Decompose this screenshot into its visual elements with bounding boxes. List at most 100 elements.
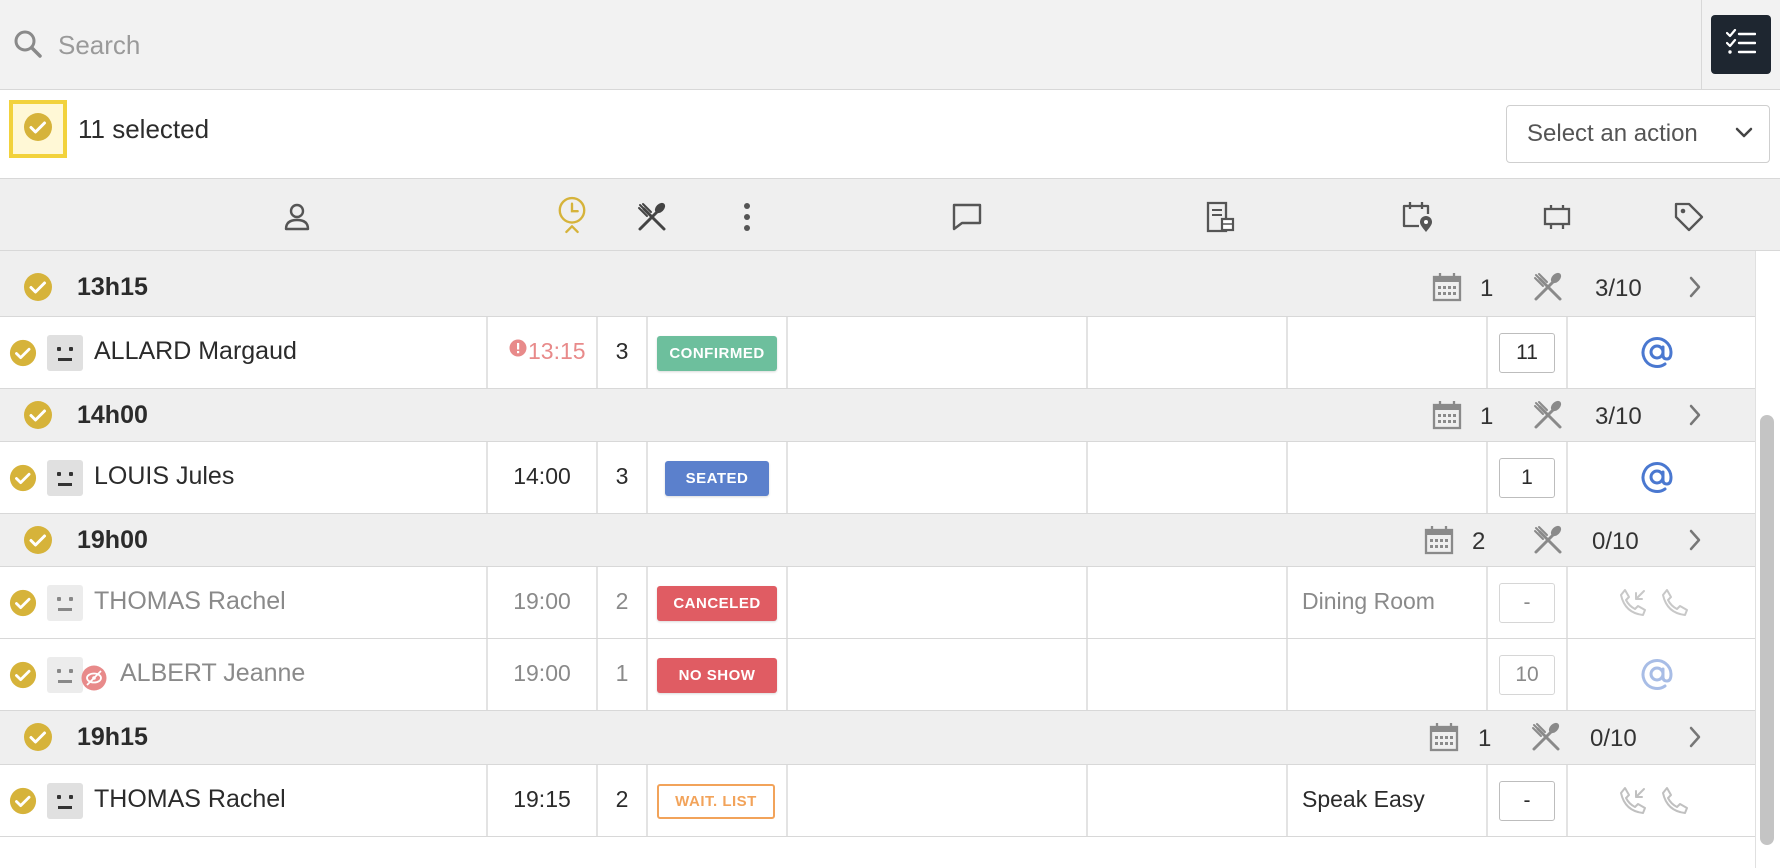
- avatar: [47, 335, 83, 371]
- group-bookings-count: 1: [1480, 275, 1494, 302]
- email-icon[interactable]: [1641, 657, 1673, 696]
- check-circle-icon[interactable]: [9, 464, 37, 497]
- group-covers: 0/10: [1592, 528, 1639, 555]
- calendar-icon: [1432, 400, 1462, 435]
- status-badge[interactable]: NO SHOW: [657, 658, 777, 693]
- utensils-icon: [1532, 271, 1564, 308]
- utensils-icon: [1530, 721, 1562, 758]
- group-bookings-count: 1: [1480, 403, 1494, 430]
- person-icon[interactable]: [281, 201, 313, 233]
- check-circle-icon[interactable]: [23, 272, 53, 307]
- guest-name: THOMAS Rachel: [94, 587, 286, 615]
- table-number[interactable]: 1: [1499, 458, 1555, 498]
- group-time: 14h00: [77, 401, 148, 429]
- time-group-header[interactable]: 19h15 1 0/10: [0, 711, 1755, 765]
- scrollbar-thumb[interactable]: [1760, 415, 1774, 845]
- check-circle-icon[interactable]: [9, 589, 37, 622]
- status-badge[interactable]: CANCELED: [657, 586, 777, 621]
- utensils-icon[interactable]: [636, 201, 668, 233]
- table-number[interactable]: -: [1499, 781, 1555, 821]
- reservation-row[interactable]: ALLARD Margaud 13:15 3 CONFIRMED 11: [0, 317, 1755, 389]
- reservation-time: 13:15: [528, 338, 586, 364]
- email-icon[interactable]: [1641, 460, 1673, 499]
- warning-icon: [509, 339, 527, 362]
- selected-count: 11 selected: [78, 114, 210, 144]
- vertical-dots-icon[interactable]: [731, 201, 763, 233]
- reservation-row[interactable]: ALBERT Jeanne 19:00 1 NO SHOW 10: [0, 639, 1755, 711]
- guest-count: 1: [615, 660, 629, 686]
- chevron-right-icon[interactable]: [1688, 276, 1702, 303]
- table-number[interactable]: 10: [1499, 655, 1555, 695]
- group-bookings-count: 2: [1472, 528, 1486, 555]
- group-time: 13h15: [77, 273, 148, 301]
- group-covers: 3/10: [1595, 403, 1642, 430]
- utensils-icon: [1532, 399, 1564, 436]
- status-badge[interactable]: WAIT. LIST: [657, 784, 775, 819]
- search-divider: [1701, 0, 1702, 89]
- group-bookings-count: 1: [1478, 725, 1492, 752]
- guest-name: ALLARD Margaud: [94, 337, 297, 365]
- table-icon[interactable]: [1541, 201, 1573, 233]
- chevron-right-icon[interactable]: [1688, 529, 1702, 556]
- scrolled-row-remnant: [0, 251, 1755, 259]
- time-group-header[interactable]: 19h00 2 0/10: [0, 514, 1755, 567]
- clock-icon[interactable]: [556, 196, 588, 234]
- group-covers: 0/10: [1590, 725, 1637, 752]
- reservation-row[interactable]: THOMAS Rachel 19:00 2 CANCELED Dining Ro…: [0, 567, 1755, 639]
- guest-count: 3: [615, 338, 629, 364]
- table-number[interactable]: 11: [1499, 333, 1555, 373]
- tag-icon[interactable]: [1673, 201, 1705, 233]
- email-icon[interactable]: [1641, 335, 1673, 374]
- hidden-eye-icon: [81, 665, 107, 696]
- selection-bar: 11 selected Select an action: [0, 90, 1780, 179]
- guest-count: 2: [615, 786, 629, 812]
- guest-name: LOUIS Jules: [94, 462, 235, 490]
- reservation-time: 19:00: [513, 588, 571, 614]
- status-badge[interactable]: SEATED: [665, 461, 769, 496]
- phone-icon[interactable]: [1660, 587, 1690, 622]
- list-view-button[interactable]: [1711, 15, 1771, 74]
- time-group-header[interactable]: 13h15 1 3/10: [0, 259, 1755, 317]
- check-circle-icon[interactable]: [9, 787, 37, 820]
- chevron-right-icon[interactable]: [1688, 404, 1702, 431]
- search-icon: [12, 28, 44, 60]
- phone-icon[interactable]: [1660, 785, 1690, 820]
- reservation-time: 14:00: [513, 463, 571, 489]
- reservation-row[interactable]: THOMAS Rachel 19:15 2 WAIT. LIST Speak E…: [0, 765, 1755, 837]
- guest-count: 3: [615, 463, 629, 489]
- check-circle-icon[interactable]: [9, 339, 37, 372]
- check-circle-icon[interactable]: [23, 400, 53, 435]
- group-time: 19h15: [77, 723, 148, 751]
- guest-name: ALBERT Jeanne: [120, 659, 306, 687]
- guest-name: THOMAS Rachel: [94, 785, 286, 813]
- comment-icon[interactable]: [951, 201, 983, 233]
- avatar: [47, 585, 83, 621]
- action-select[interactable]: Select an action: [1506, 105, 1770, 163]
- chevron-down-icon: [1735, 126, 1753, 144]
- check-circle-icon[interactable]: [9, 661, 37, 694]
- calendar-icon: [1429, 722, 1459, 757]
- checklist-icon: [1725, 28, 1757, 60]
- search-bar: [0, 0, 1780, 90]
- column-header: [0, 179, 1780, 251]
- calendar-icon: [1424, 525, 1454, 560]
- reservation-list: 13h15 1 3/10 ALLARD Margaud 13:15 3 CONF…: [0, 251, 1755, 868]
- reservation-time: 19:15: [513, 786, 571, 812]
- check-circle-icon[interactable]: [23, 525, 53, 560]
- avatar: [47, 783, 83, 819]
- select-all-checkbox[interactable]: [9, 100, 67, 158]
- notes-icon[interactable]: [1204, 201, 1236, 233]
- table-number[interactable]: -: [1499, 583, 1555, 623]
- phone-incoming-icon[interactable]: [1618, 587, 1648, 622]
- status-badge[interactable]: CONFIRMED: [657, 336, 777, 371]
- avatar: [47, 460, 83, 496]
- search-input[interactable]: [56, 20, 1660, 70]
- phone-incoming-icon[interactable]: [1618, 785, 1648, 820]
- chevron-right-icon[interactable]: [1688, 726, 1702, 753]
- reservation-time: 19:00: [513, 660, 571, 686]
- calendar-icon: [1432, 272, 1462, 307]
- calendar-location-icon[interactable]: [1401, 201, 1433, 233]
- time-group-header[interactable]: 14h00 1 3/10: [0, 389, 1755, 442]
- check-circle-icon[interactable]: [23, 722, 53, 757]
- reservation-row[interactable]: LOUIS Jules 14:00 3 SEATED 1: [0, 442, 1755, 514]
